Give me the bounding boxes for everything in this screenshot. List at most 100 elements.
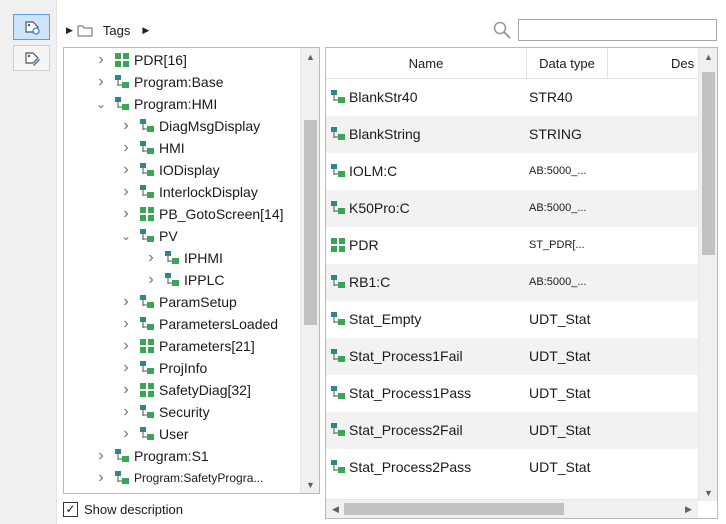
browse-tags-button[interactable]	[13, 14, 50, 40]
column-divider[interactable]	[607, 48, 608, 79]
chevron-right-icon[interactable]: ›	[94, 51, 108, 69]
table-row[interactable]: BlankString STRING	[326, 116, 698, 153]
search-input[interactable]	[518, 19, 717, 41]
data-type-cell: AB:5000_...	[529, 165, 587, 177]
struct-array-icon	[139, 382, 155, 398]
tree-item[interactable]: › Program:SafetyProgra...	[94, 467, 263, 489]
scroll-down-arrow-icon[interactable]: ▼	[699, 484, 717, 501]
column-header-description[interactable]: Des	[671, 48, 694, 79]
scroll-left-arrow-icon[interactable]: ◀	[326, 500, 345, 518]
grid-horizontal-scrollbar[interactable]: ◀ ▶	[326, 499, 698, 518]
tag-browse-icon	[24, 21, 40, 35]
tree-item[interactable]: › InterlockDisplay	[119, 181, 258, 203]
table-row[interactable]: IOLM:C AB:5000_...	[326, 153, 698, 190]
program-icon	[139, 140, 155, 156]
column-header-name[interactable]: Name	[326, 48, 526, 79]
breadcrumb-tags[interactable]: Tags	[103, 23, 130, 38]
grid-header: Name Data type Des	[326, 48, 698, 79]
tree-item[interactable]: ⌄ Program:HMI	[94, 93, 217, 115]
tree-item-label: InterlockDisplay	[159, 184, 258, 200]
tree-item[interactable]: › Parameters[21]	[119, 335, 254, 357]
show-description-option[interactable]: ✓ Show description	[63, 500, 183, 518]
edit-tags-button[interactable]	[13, 45, 50, 71]
tree-item-label: IPHMI	[184, 250, 223, 266]
scroll-right-arrow-icon[interactable]: ▶	[679, 500, 698, 518]
chevron-right-icon[interactable]: ›	[94, 469, 108, 487]
program-icon	[139, 294, 155, 310]
table-row[interactable]: PDR ST_PDR[...	[326, 227, 698, 264]
table-row[interactable]: RB1:C AB:5000_...	[326, 264, 698, 301]
chevron-right-icon[interactable]: ›	[144, 249, 158, 267]
chevron-right-icon[interactable]: ›	[144, 271, 158, 289]
tree-item-label: ParamSetup	[159, 294, 237, 310]
table-row[interactable]: K50Pro:C AB:5000_...	[326, 190, 698, 227]
tree-item[interactable]: › Program:S1	[94, 445, 209, 467]
data-type-cell: STR40	[529, 89, 573, 105]
breadcrumb-back-arrow-icon[interactable]: ▶	[66, 25, 73, 36]
chevron-right-icon[interactable]: ›	[119, 183, 133, 201]
chevron-right-icon[interactable]: ›	[119, 359, 133, 377]
program-icon	[139, 426, 155, 442]
grid-vertical-scrollbar[interactable]: ▲ ▼	[698, 48, 717, 501]
show-description-checkbox[interactable]: ✓	[63, 501, 78, 517]
grid-scroll-thumb[interactable]	[702, 72, 715, 255]
chevron-right-icon[interactable]: ›	[119, 293, 133, 311]
program-icon	[114, 96, 130, 112]
tree-item[interactable]: › SafetyDiag[32]	[119, 379, 251, 401]
data-type-cell: UDT_Stat	[529, 348, 591, 364]
tree-item-label: IODisplay	[159, 162, 220, 178]
tree-item-label: Program:SafetyProgra...	[134, 471, 264, 485]
tree-item-label: IPPLC	[184, 272, 225, 288]
chevron-right-icon[interactable]: ›	[119, 381, 133, 399]
chevron-right-icon[interactable]: ›	[119, 337, 133, 355]
tree-vertical-scrollbar[interactable]: ▲ ▼	[300, 48, 319, 493]
chevron-right-icon[interactable]: ›	[94, 447, 108, 465]
scroll-up-arrow-icon[interactable]: ▲	[301, 48, 319, 65]
tree-item-label: PV	[159, 228, 178, 244]
tree-item[interactable]: › User	[119, 423, 188, 445]
tag-icon	[330, 89, 346, 105]
search-icon	[493, 21, 511, 39]
tree-item[interactable]: › IPPLC	[144, 269, 224, 291]
tree-item[interactable]: › IODisplay	[119, 159, 220, 181]
table-row[interactable]: Stat_Empty UDT_Stat	[326, 301, 698, 338]
chevron-right-icon[interactable]: ›	[119, 403, 133, 421]
chevron-down-icon[interactable]: ⌄	[94, 97, 108, 111]
chevron-right-icon[interactable]: ›	[94, 73, 108, 91]
tree-item[interactable]: › ParamSetup	[119, 291, 237, 313]
tree-item[interactable]: ⌄ PV	[119, 225, 178, 247]
tag-name-cell: Stat_Process1Fail	[349, 348, 463, 364]
chevron-right-icon[interactable]: ›	[119, 139, 133, 157]
tree-item[interactable]: › ParametersLoaded	[119, 313, 278, 335]
chevron-down-icon[interactable]: ⌄	[119, 229, 133, 243]
tree-item[interactable]: › IPHMI	[144, 247, 223, 269]
scroll-up-arrow-icon[interactable]: ▲	[699, 48, 717, 65]
tree-item-label: PB_GotoScreen[14]	[159, 206, 284, 222]
tree-item[interactable]: › ProjInfo	[119, 357, 207, 379]
breadcrumb-next-arrow-icon[interactable]: ▶	[142, 25, 149, 36]
table-row[interactable]: Stat_Process1Pass UDT_Stat	[326, 375, 698, 412]
tree-item[interactable]: › PDR[16]	[94, 49, 187, 71]
table-row[interactable]: BlankStr40 STR40	[326, 79, 698, 116]
tree-item[interactable]: › Security	[119, 401, 209, 423]
scroll-down-arrow-icon[interactable]: ▼	[301, 476, 319, 493]
tree-item[interactable]: › Program:Base	[94, 71, 223, 93]
chevron-right-icon[interactable]: ›	[119, 161, 133, 179]
chevron-right-icon[interactable]: ›	[119, 425, 133, 443]
chevron-right-icon[interactable]: ›	[94, 491, 108, 493]
tree-item[interactable]: › RB1:C	[94, 489, 175, 493]
chevron-right-icon[interactable]: ›	[119, 205, 133, 223]
tree-scroll-thumb[interactable]	[304, 120, 317, 325]
chevron-right-icon[interactable]: ›	[119, 117, 133, 135]
grid-hscroll-thumb[interactable]	[344, 503, 564, 515]
tree-item[interactable]: › PB_GotoScreen[14]	[119, 203, 284, 225]
table-row[interactable]: Stat_Process2Fail UDT_Stat	[326, 412, 698, 449]
tree-item-label: Program:S1	[134, 448, 209, 464]
column-header-data-type[interactable]: Data type	[527, 48, 607, 79]
table-row[interactable]: Stat_Process1Fail UDT_Stat	[326, 338, 698, 375]
table-row[interactable]: Stat_Process2Pass UDT_Stat	[326, 449, 698, 486]
tree-item[interactable]: › DiagMsgDisplay	[119, 115, 260, 137]
program-icon	[114, 492, 130, 493]
chevron-right-icon[interactable]: ›	[119, 315, 133, 333]
tree-item[interactable]: › HMI	[119, 137, 184, 159]
